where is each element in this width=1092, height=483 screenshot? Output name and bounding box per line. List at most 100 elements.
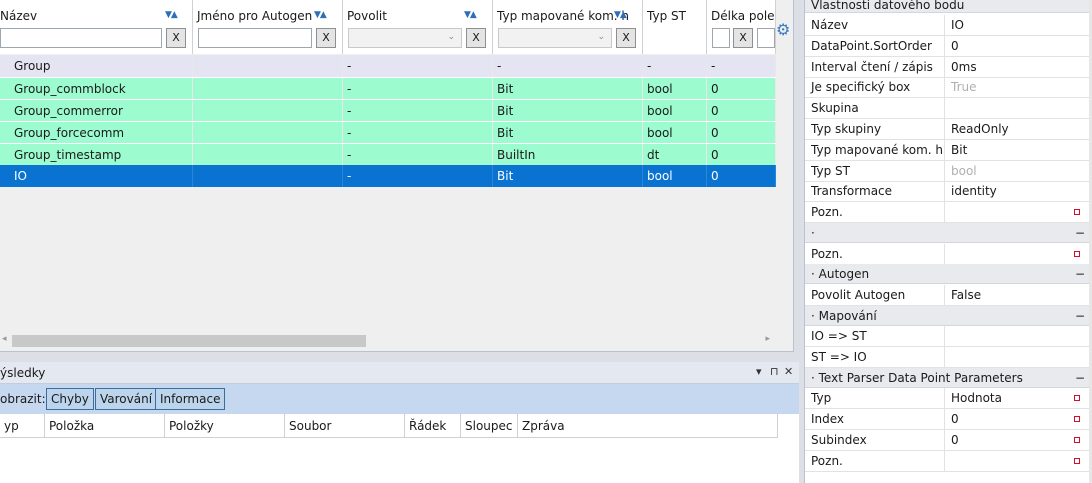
property-value[interactable]: Bit <box>951 140 1079 160</box>
filter-warnings-button[interactable]: Varování <box>95 388 158 410</box>
pin-icon[interactable]: ⊓ <box>770 365 779 378</box>
filter-errors-button[interactable]: Chyby <box>46 388 94 410</box>
property-value[interactable]: identity <box>951 181 1079 201</box>
grid-cell-delka[interactable]: - <box>707 55 776 77</box>
property-row[interactable]: Index 0 <box>805 409 1089 430</box>
property-value[interactable] <box>951 98 1079 118</box>
grid-cell-povolit[interactable]: - <box>343 78 493 100</box>
column-header-autogen[interactable]: Jméno pro Autogen ▼▲ X <box>193 0 343 54</box>
gear-icon[interactable]: ⚙ <box>776 20 790 39</box>
property-row[interactable]: Povolit Autogen False <box>805 284 1089 306</box>
grid-cell-name[interactable]: Group_forcecomm <box>0 122 193 144</box>
sort-icon[interactable]: ▼▲ <box>165 10 178 20</box>
grid-cell-povolit[interactable]: - <box>343 122 493 144</box>
grid-cell-delka[interactable]: 0 <box>707 122 776 144</box>
grid-cell-povolit[interactable]: - <box>343 55 493 77</box>
property-value[interactable]: ReadOnly <box>951 119 1079 139</box>
column-header-soubor[interactable]: Soubor <box>285 414 405 438</box>
sort-icon[interactable]: ▼▲ <box>464 10 477 20</box>
column-header-polozky[interactable]: Položky <box>165 414 285 438</box>
property-value[interactable]: IO <box>951 15 1079 35</box>
grid-cell-name[interactable]: IO <box>0 165 193 187</box>
property-value[interactable] <box>951 326 1079 346</box>
clear-filter-button[interactable]: X <box>166 28 186 48</box>
property-row[interactable]: Typ skupiny ReadOnly <box>805 119 1089 140</box>
grid-cell-povolit[interactable]: - <box>343 165 493 187</box>
property-value[interactable] <box>951 451 1079 471</box>
grid-cell-typ_map[interactable]: Bit <box>493 78 643 100</box>
grid-cell-typ_st[interactable]: bool <box>643 165 707 187</box>
property-row[interactable]: Typ ST bool <box>805 160 1089 182</box>
grid-cell-autogen[interactable] <box>193 78 343 100</box>
property-value[interactable]: True <box>951 77 1079 97</box>
property-row[interactable]: Transformace identity <box>805 181 1089 203</box>
grid-cell-delka[interactable]: 0 <box>707 100 776 122</box>
clear-filter-button[interactable]: X <box>316 28 336 48</box>
grid-cell-autogen[interactable] <box>193 100 343 122</box>
grid-cell-autogen[interactable] <box>193 55 343 77</box>
filter-dropdown[interactable]: ⌄ <box>498 28 612 48</box>
clear-filter-button[interactable]: X <box>616 28 636 48</box>
column-header-polozka[interactable]: Položka <box>45 414 165 438</box>
grid-cell-povolit[interactable]: - <box>343 100 493 122</box>
property-section[interactable]: · Text Parser Data Point Parameters − <box>805 367 1089 388</box>
grid-cell-name[interactable]: Group <box>0 55 193 77</box>
property-row[interactable]: Pozn. <box>805 450 1089 472</box>
collapse-icon[interactable]: − <box>1075 368 1085 388</box>
property-section[interactable]: · Autogen − <box>805 264 1089 285</box>
property-value[interactable]: Hodnota <box>951 388 1079 408</box>
grid-cell-name[interactable]: Group_commblock <box>0 78 193 100</box>
clear-filter-button[interactable]: X <box>466 28 486 48</box>
grid-cell-typ_st[interactable]: bool <box>643 100 707 122</box>
filter-input[interactable] <box>0 28 162 48</box>
property-row[interactable]: DataPoint.SortOrder 0 <box>805 35 1089 57</box>
filter-input[interactable] <box>198 28 312 48</box>
scrollbar-thumb[interactable] <box>12 335 366 347</box>
grid-row[interactable]: Group_timestamp - BuiltIn dt 0 <box>0 143 776 166</box>
grid-row[interactable]: IO - Bit bool 0 <box>0 165 776 187</box>
column-header-zprava[interactable]: Zpráva <box>518 414 778 438</box>
grid-row[interactable]: Group_forcecomm - Bit bool 0 <box>0 121 776 144</box>
filter-info-button[interactable]: Informace <box>155 388 226 410</box>
property-row[interactable]: Je specifický box True <box>805 77 1089 99</box>
property-section[interactable]: · − <box>805 223 1089 243</box>
grid-cell-delka[interactable]: 0 <box>707 165 776 187</box>
property-row[interactable]: Interval čtení / zápis 0ms <box>805 56 1089 78</box>
property-row[interactable]: Typ Hodnota <box>805 388 1089 410</box>
column-header-radek[interactable]: Řádek <box>405 414 461 438</box>
grid-cell-delka[interactable]: 0 <box>707 78 776 100</box>
property-value[interactable]: bool <box>951 161 1079 181</box>
grid-row[interactable]: Group - - - - <box>0 55 776 77</box>
grid-cell-autogen[interactable] <box>193 144 343 166</box>
grid-row[interactable]: Group_commblock - Bit bool 0 <box>0 77 776 100</box>
grid-cell-typ_map[interactable]: Bit <box>493 100 643 122</box>
horizontal-scrollbar[interactable]: ◂ ▸ <box>0 332 776 350</box>
grid-cell-autogen[interactable] <box>193 122 343 144</box>
property-value[interactable]: 0 <box>951 430 1079 450</box>
property-value[interactable]: 0 <box>951 36 1079 56</box>
column-header-typ-st[interactable]: Typ ST <box>643 0 707 54</box>
sort-icon[interactable]: ▼▲ <box>314 10 327 20</box>
grid-cell-typ_map[interactable]: Bit <box>493 122 643 144</box>
property-row[interactable]: Skupina <box>805 98 1089 120</box>
grid-cell-typ_map[interactable]: Bit <box>493 165 643 187</box>
column-header-sloupec[interactable]: Sloupec <box>461 414 518 438</box>
scroll-left-icon[interactable]: ◂ <box>2 334 7 344</box>
filter-input[interactable] <box>757 28 775 48</box>
collapse-icon[interactable]: − <box>1075 306 1085 326</box>
property-row[interactable]: IO => ST <box>805 326 1089 348</box>
grid-cell-typ_map[interactable]: BuiltIn <box>493 144 643 166</box>
grid-cell-typ_st[interactable]: dt <box>643 144 707 166</box>
scroll-right-icon[interactable]: ▸ <box>765 334 770 344</box>
column-header-povolit[interactable]: Povolit ▼▲ ⌄ X <box>343 0 493 54</box>
sort-icon[interactable]: ▼▲ <box>614 10 627 20</box>
property-value[interactable] <box>951 347 1079 367</box>
property-row[interactable]: Název IO <box>805 15 1089 36</box>
property-row[interactable]: Pozn. <box>805 202 1089 224</box>
grid-cell-autogen[interactable] <box>193 165 343 187</box>
grid-cell-name[interactable]: Group_timestamp <box>0 144 193 166</box>
grid-cell-typ_st[interactable]: bool <box>643 122 707 144</box>
property-value[interactable]: 0 <box>951 409 1079 429</box>
column-header-delka-pole[interactable]: Délka pole X <box>707 0 776 54</box>
collapse-icon[interactable]: − <box>1075 223 1085 243</box>
